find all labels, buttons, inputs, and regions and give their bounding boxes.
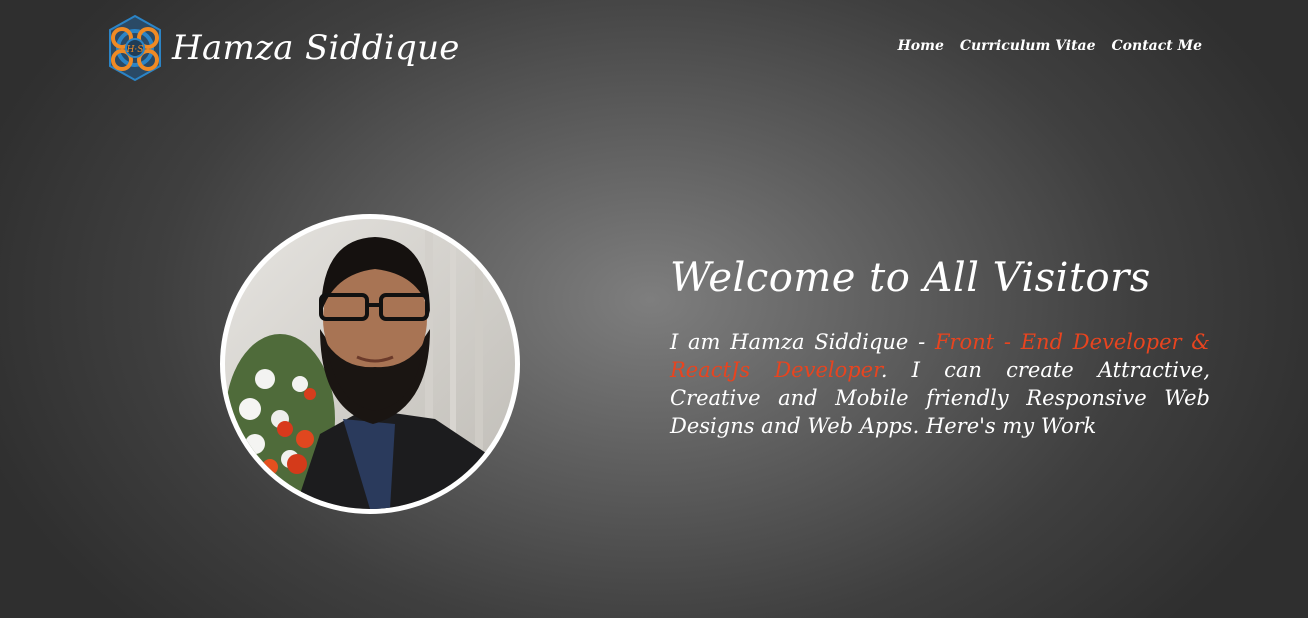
navbar: H·S Hamza Siddique Home Curriculum Vitae… bbox=[0, 0, 1308, 90]
main-nav: Home Curriculum Vitae Contact Me bbox=[898, 38, 1202, 54]
logo-monogram: H·S bbox=[126, 45, 144, 55]
brand-name: Hamza Siddique bbox=[172, 28, 460, 68]
nav-contact-me[interactable]: Contact Me bbox=[1112, 38, 1202, 54]
hero-section: Welcome to All Visitors I am Hamza Siddi… bbox=[670, 250, 1210, 440]
profile-photo bbox=[225, 219, 515, 509]
brand-link[interactable]: H·S Hamza Siddique bbox=[104, 12, 460, 84]
nav-home[interactable]: Home bbox=[898, 38, 944, 54]
nav-curriculum-vitae[interactable]: Curriculum Vitae bbox=[960, 38, 1096, 54]
molecule-logo-icon: H·S bbox=[109, 14, 161, 82]
hero-title: Welcome to All Visitors bbox=[670, 255, 1151, 301]
hero-intro: I am Hamza Siddique - Front - End Develo… bbox=[670, 328, 1210, 440]
intro-prefix: I am Hamza Siddique - bbox=[670, 330, 935, 354]
avatar-frame bbox=[220, 214, 520, 514]
